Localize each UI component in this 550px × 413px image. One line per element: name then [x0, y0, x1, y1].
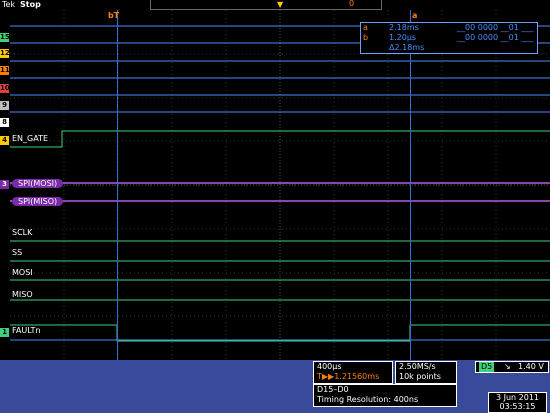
- channel-tag-d15[interactable]: 15: [0, 33, 10, 42]
- top-status-bar: Tek Stop 0 ▼: [0, 0, 550, 10]
- readout-time-b: 1.20μs: [389, 33, 417, 42]
- timebase-value: 400μs: [317, 362, 342, 371]
- trigger-source: D5: [479, 362, 495, 372]
- datetime-panel: 3 Jun 2011 03:53:15: [488, 392, 547, 413]
- record-length: 10k points: [399, 372, 441, 381]
- acquisition-status[interactable]: Stop: [20, 0, 41, 9]
- label-ss: SS: [12, 248, 23, 257]
- channel-tag-d9[interactable]: 9: [0, 101, 9, 110]
- channel-tag-d11[interactable]: 11: [0, 66, 10, 75]
- readout-tag-a: a: [363, 23, 368, 32]
- time-display: 03:53:15: [499, 402, 536, 411]
- graticule: [10, 10, 550, 360]
- brand-label: Tek: [2, 0, 16, 9]
- readout-delta: Δ2.18ms: [389, 43, 425, 52]
- channel-tag-d1[interactable]: 1: [0, 328, 9, 337]
- trigger-level: 1.40 V: [518, 362, 544, 371]
- cursor-readout: a 2.18ms __00 0000 __01 ___ b 1.20μs __00 00…: [360, 22, 538, 54]
- oscilloscope-display: Tek Stop 0 ▼ bT a 15 12 11 10 9 8 4 3 1 …: [0, 0, 550, 413]
- cursor-b-tag[interactable]: a: [412, 11, 417, 20]
- readout-value-a: __00 0000 __01 ___: [457, 23, 534, 32]
- readout-time-a: 2.18ms: [389, 23, 419, 32]
- channel-tag-d4[interactable]: 4: [0, 136, 9, 145]
- timebase-panel[interactable]: 400μs T▶▶1.21560ms: [313, 361, 393, 384]
- readout-tag-b: b: [363, 33, 369, 42]
- timing-resolution: Timing Resolution: 400ns: [317, 395, 419, 404]
- label-en-gate: EN_GATE: [12, 134, 49, 143]
- bus-panel[interactable]: D15–D0 Timing Resolution: 400ns: [313, 384, 457, 407]
- waveform-screen: [10, 10, 550, 360]
- sample-rate: 2.50MS/s: [399, 362, 436, 371]
- channel-tag-d10[interactable]: 10: [0, 84, 10, 93]
- cursor-b-line[interactable]: [410, 10, 411, 360]
- channel-tag-d8[interactable]: 8: [0, 118, 9, 127]
- record-marker: 0: [349, 0, 355, 8]
- cursor-a-tag[interactable]: bT: [108, 11, 119, 20]
- trigger-position: T▶▶1.21560ms: [317, 372, 380, 381]
- channel-tag-d3[interactable]: 3: [0, 180, 9, 189]
- trigger-slope-icon: ↘: [504, 362, 511, 371]
- bus-range: D15–D0: [317, 385, 349, 394]
- bus-spi-mosi[interactable]: SPI(MOSI): [12, 179, 64, 188]
- trigger-position-icon[interactable]: ▼: [277, 0, 283, 9]
- acquisition-panel[interactable]: 2.50MS/s 10k points: [395, 361, 457, 384]
- cursor-a-line[interactable]: [117, 10, 118, 360]
- bus-spi-miso[interactable]: SPI(MISO): [12, 197, 64, 206]
- trace-faultn: [10, 324, 550, 342]
- trigger-panel[interactable]: D5 ↘ 1.40 V: [475, 361, 549, 373]
- label-mosi: MOSI: [12, 268, 33, 277]
- label-sclk: SCLK: [12, 228, 33, 237]
- readout-value-b: __00 0000 __01 ___: [457, 33, 534, 42]
- record-view-box[interactable]: 0: [150, 0, 382, 10]
- label-faultn: FAULTn: [12, 326, 41, 335]
- label-miso: MISO: [12, 290, 33, 299]
- date-display: 3 Jun 2011: [495, 393, 540, 402]
- channel-tag-d12[interactable]: 12: [0, 49, 10, 58]
